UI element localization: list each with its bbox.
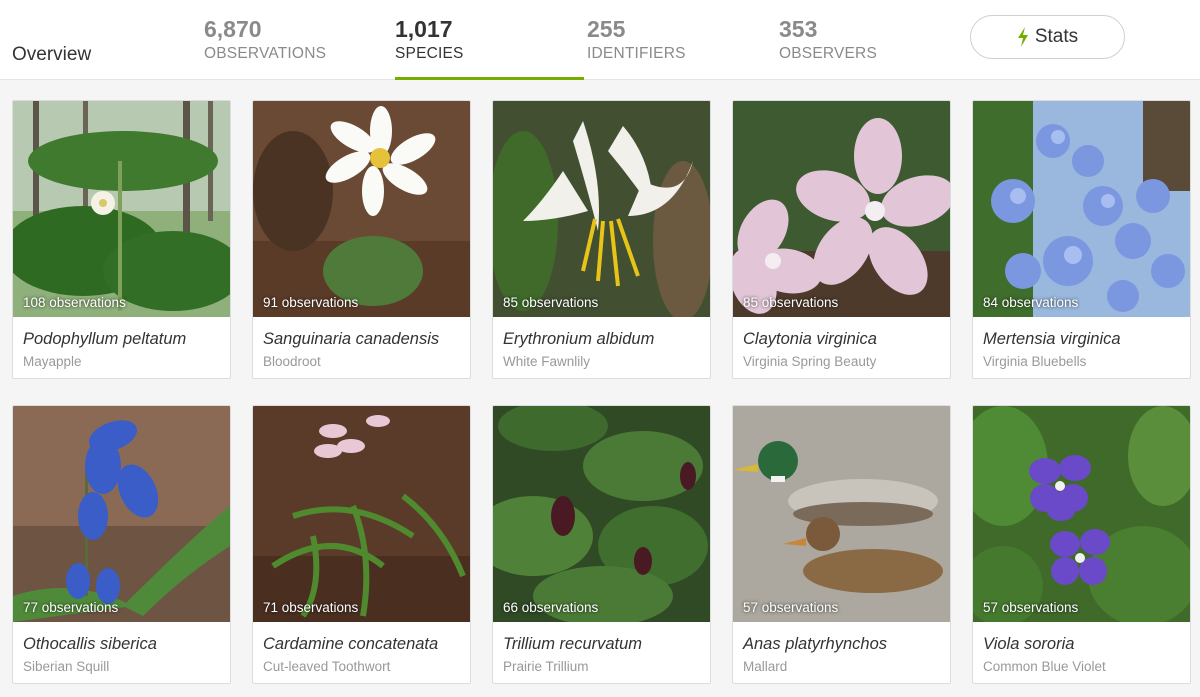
common-name: Mayapple [23, 354, 82, 369]
species-card-trillium[interactable]: 66 observations Trillium recurvatum Prai… [492, 405, 711, 684]
observation-count: 91 observations [263, 295, 359, 310]
species-photo: 91 observations [253, 101, 470, 317]
stats-button[interactable]: Stats [970, 15, 1125, 59]
scientific-name[interactable]: Viola sororia [983, 635, 1074, 654]
species-photo: 85 observations [733, 101, 950, 317]
species-photo: 57 observations [973, 406, 1190, 622]
common-name: Virginia Bluebells [983, 354, 1087, 369]
tab-observations[interactable]: 6,870 OBSERVATIONS [204, 14, 374, 80]
species-card-claytonia[interactable]: 85 observations Claytonia virginica Virg… [732, 100, 951, 379]
common-name: Prairie Trillium [503, 659, 589, 674]
species-photo: 108 observations [13, 101, 230, 317]
species-card-sanguinaria[interactable]: 91 observations Sanguinaria canadensis B… [252, 100, 471, 379]
observation-count: 108 observations [23, 295, 126, 310]
species-label: SPECIES [395, 45, 464, 62]
scientific-name[interactable]: Cardamine concatenata [263, 635, 438, 654]
common-name: Siberian Squill [23, 659, 110, 674]
common-name: Virginia Spring Beauty [743, 354, 877, 369]
species-card-anas[interactable]: 57 observations Anas platyrhynchos Malla… [732, 405, 951, 684]
lightning-icon [1017, 27, 1028, 47]
species-photo: 77 observations [13, 406, 230, 622]
tab-observers[interactable]: 353 OBSERVERS [779, 14, 949, 80]
overview-title: Overview [12, 44, 92, 65]
species-card-cardamine[interactable]: 71 observations Cardamine concatenata Cu… [252, 405, 471, 684]
species-card-erythronium[interactable]: 85 observations Erythronium albidum Whit… [492, 100, 711, 379]
observers-count: 353 [779, 16, 818, 42]
scientific-name[interactable]: Trillium recurvatum [503, 635, 642, 654]
species-count: 1,017 [395, 16, 453, 42]
common-name: Common Blue Violet [983, 659, 1106, 674]
observations-count: 6,870 [204, 16, 262, 42]
tab-identifiers[interactable]: 255 IDENTIFIERS [587, 14, 757, 80]
observation-count: 57 observations [983, 600, 1079, 615]
common-name: White Fawnlily [503, 354, 591, 369]
observers-label: OBSERVERS [779, 45, 877, 62]
stats-button-label: Stats [1034, 26, 1079, 47]
scientific-name[interactable]: Othocallis siberica [23, 635, 157, 654]
observation-count: 77 observations [23, 600, 119, 615]
observation-count: 85 observations [743, 295, 839, 310]
observation-count: 71 observations [263, 600, 359, 615]
scientific-name[interactable]: Claytonia virginica [743, 330, 877, 349]
scientific-name[interactable]: Anas platyrhynchos [743, 635, 887, 654]
common-name: Bloodroot [263, 354, 321, 369]
common-name: Mallard [743, 659, 788, 674]
scientific-name[interactable]: Mertensia virginica [983, 330, 1121, 349]
species-photo: 85 observations [493, 101, 710, 317]
scientific-name[interactable]: Erythronium albidum [503, 330, 654, 349]
species-card-othocallis[interactable]: 77 observations Othocallis siberica Sibe… [12, 405, 231, 684]
observation-count: 57 observations [743, 600, 839, 615]
observations-label: OBSERVATIONS [204, 45, 327, 62]
observation-count: 84 observations [983, 295, 1079, 310]
observation-count: 66 observations [503, 600, 599, 615]
identifiers-count: 255 [587, 16, 626, 42]
species-photo: 84 observations [973, 101, 1190, 317]
tab-species[interactable]: 1,017 SPECIES [395, 14, 584, 80]
common-name: Cut-leaved Toothwort [263, 659, 391, 674]
species-card-podophyllum[interactable]: 108 observations Podophyllum peltatum Ma… [12, 100, 231, 379]
observation-count: 85 observations [503, 295, 599, 310]
species-photo: 71 observations [253, 406, 470, 622]
identifiers-label: IDENTIFIERS [587, 45, 686, 62]
species-photo: 66 observations [493, 406, 710, 622]
species-photo: 57 observations [733, 406, 950, 622]
stats-header: Overview 6,870 OBSERVATIONS 1,017 SPECIE… [0, 0, 1200, 80]
species-card-viola[interactable]: 57 observations Viola sororia Common Blu… [972, 405, 1191, 684]
species-card-mertensia[interactable]: 84 observations Mertensia virginica Virg… [972, 100, 1191, 379]
scientific-name[interactable]: Podophyllum peltatum [23, 330, 186, 349]
scientific-name[interactable]: Sanguinaria canadensis [263, 330, 439, 349]
